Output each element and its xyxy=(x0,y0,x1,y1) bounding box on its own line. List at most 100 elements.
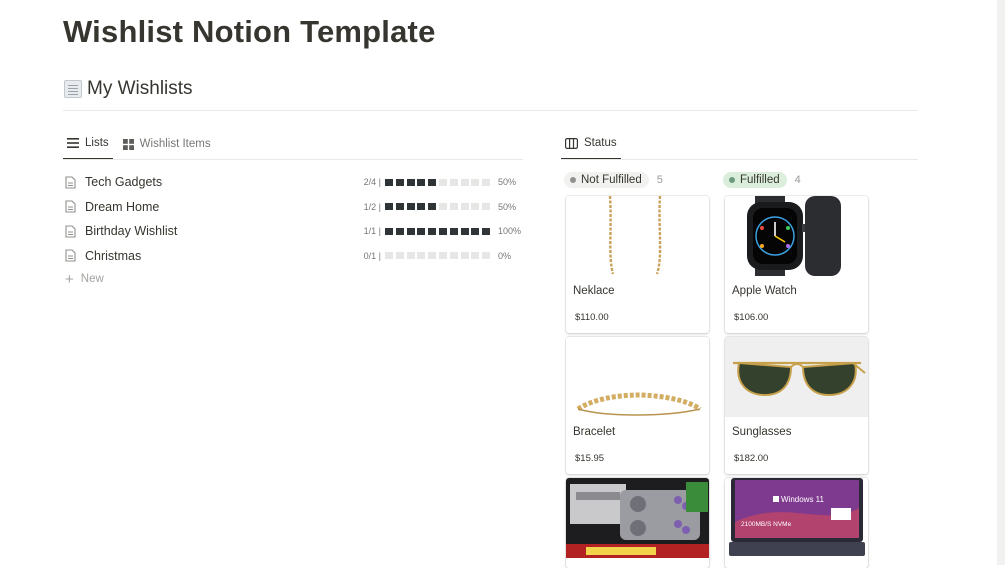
progress: 0/1 | 0% xyxy=(364,251,518,261)
progress-cell xyxy=(385,252,394,260)
gallery-card[interactable]: Sunglasses $182.00 xyxy=(725,337,868,474)
right-view-tabs: Status xyxy=(561,134,627,160)
apple-watch-image xyxy=(725,196,868,276)
progress-cell xyxy=(406,227,415,235)
vertical-scrollbar[interactable] xyxy=(997,0,1005,565)
progress-cell xyxy=(482,203,491,211)
group-label: Fulfilled xyxy=(740,174,780,186)
progress-cell xyxy=(395,227,404,235)
tab-label: Status xyxy=(584,137,617,149)
progress-cell xyxy=(406,252,415,260)
list-item-name: Dream Home xyxy=(85,199,160,214)
page-icon xyxy=(65,200,76,213)
group-header-not-fulfilled[interactable]: Not Fulfilled 5 xyxy=(564,172,663,188)
new-label: New xyxy=(80,273,104,285)
right-tabs-divider xyxy=(561,159,918,160)
status-dot xyxy=(729,177,735,183)
progress-cell xyxy=(428,203,437,211)
bracelet-image xyxy=(566,337,709,417)
card-price: $106.00 xyxy=(734,312,769,323)
group-label: Not Fulfilled xyxy=(581,174,642,186)
list-item[interactable]: Christmas 0/1 | 0% xyxy=(63,244,518,269)
list-item[interactable]: Birthday Wishlist 1/1 | 100% xyxy=(63,219,522,244)
progress-cell xyxy=(395,203,404,211)
necklace-image xyxy=(566,196,709,276)
gallery-card[interactable]: Bracelet $15.95 xyxy=(566,337,709,474)
card-price: $182.00 xyxy=(734,453,769,464)
tab-status[interactable]: Status xyxy=(561,134,621,160)
progress-cell xyxy=(471,203,480,211)
progress-cell xyxy=(471,178,480,186)
card-title: Sunglasses xyxy=(732,426,792,438)
progress-cell xyxy=(449,178,458,186)
board-icon xyxy=(565,137,578,149)
progress-percent: 50% xyxy=(498,177,517,188)
progress-cell xyxy=(449,203,458,211)
progress-cell xyxy=(417,203,426,211)
left-tabs-divider xyxy=(63,159,523,160)
section-heading: My Wishlists xyxy=(64,78,193,100)
progress-cell xyxy=(406,203,415,211)
tab-label: Lists xyxy=(85,137,109,149)
heading-divider xyxy=(63,110,918,111)
new-list-button[interactable]: + New xyxy=(63,267,518,291)
progress: 1/2 | 50% xyxy=(364,202,518,212)
progress: 1/1 | 100% xyxy=(363,226,522,237)
page-facing-up-icon xyxy=(64,80,82,98)
laptop-image: Windows 11 2100MB/S NVMe xyxy=(725,478,868,558)
progress-cell xyxy=(385,227,394,235)
list-item-name: Christmas xyxy=(85,248,142,263)
progress: 2/4 | 50% xyxy=(364,177,518,187)
progress-percent: 100% xyxy=(498,226,522,237)
progress-cell xyxy=(439,227,448,235)
progress-cell xyxy=(471,252,480,260)
list-item[interactable]: Dream Home 1/2 | 50% xyxy=(63,195,518,220)
tab-wishlist-items[interactable]: Wishlist Items xyxy=(119,134,215,160)
list-item-name: Tech Gadgets xyxy=(85,175,163,190)
progress-bar xyxy=(385,178,493,186)
progress-cell xyxy=(417,252,426,260)
progress-fraction: 1/1 | xyxy=(363,226,382,237)
status-dot xyxy=(570,177,576,183)
gallery-card[interactable] xyxy=(566,478,709,568)
list-item[interactable]: Tech Gadgets 2/4 | 50% xyxy=(63,170,518,195)
progress-percent: 0% xyxy=(498,250,512,261)
page-icon xyxy=(65,249,76,262)
progress-cell xyxy=(406,178,415,186)
progress-bar xyxy=(385,252,493,260)
gallery-card[interactable]: Windows 11 2100MB/S NVMe xyxy=(725,478,868,568)
progress-cell xyxy=(460,252,469,260)
page-title: Wishlist Notion Template xyxy=(63,14,436,49)
group-header-fulfilled[interactable]: Fulfilled 4 xyxy=(723,172,801,188)
laptop-overlay-sub: 2100MB/S NVMe xyxy=(741,521,792,528)
tab-lists[interactable]: Lists xyxy=(63,134,113,160)
progress-bar xyxy=(385,203,493,211)
progress-cell xyxy=(449,252,458,260)
progress-bar xyxy=(385,227,493,235)
list-icon xyxy=(67,138,79,148)
page-icon xyxy=(65,225,76,238)
card-title: Neklace xyxy=(573,285,615,297)
gallery-icon xyxy=(122,138,134,150)
progress-cell xyxy=(449,227,458,235)
card-price: $15.95 xyxy=(575,453,605,464)
tab-label: Wishlist Items xyxy=(139,138,211,150)
progress-cell xyxy=(395,178,404,186)
progress-cell xyxy=(439,252,448,260)
laptop-overlay-text: Windows 11 xyxy=(781,495,825,504)
gallery-card[interactable]: Apple Watch $106.00 xyxy=(725,196,868,333)
sunglasses-image xyxy=(725,337,868,417)
progress-cell xyxy=(417,227,426,235)
status-badge: Fulfilled xyxy=(723,172,787,188)
progress-cell xyxy=(417,178,426,186)
card-title: Apple Watch xyxy=(732,285,797,297)
progress-cell xyxy=(428,227,437,235)
list-item-name: Birthday Wishlist xyxy=(85,224,178,239)
gallery-card[interactable]: Neklace $110.00 xyxy=(566,196,709,333)
section-title: My Wishlists xyxy=(87,78,193,99)
progress-cell xyxy=(460,178,469,186)
progress-cell xyxy=(439,203,448,211)
progress-fraction: 1/2 | xyxy=(363,201,382,212)
progress-cell xyxy=(428,252,437,260)
progress-cell xyxy=(460,227,469,235)
